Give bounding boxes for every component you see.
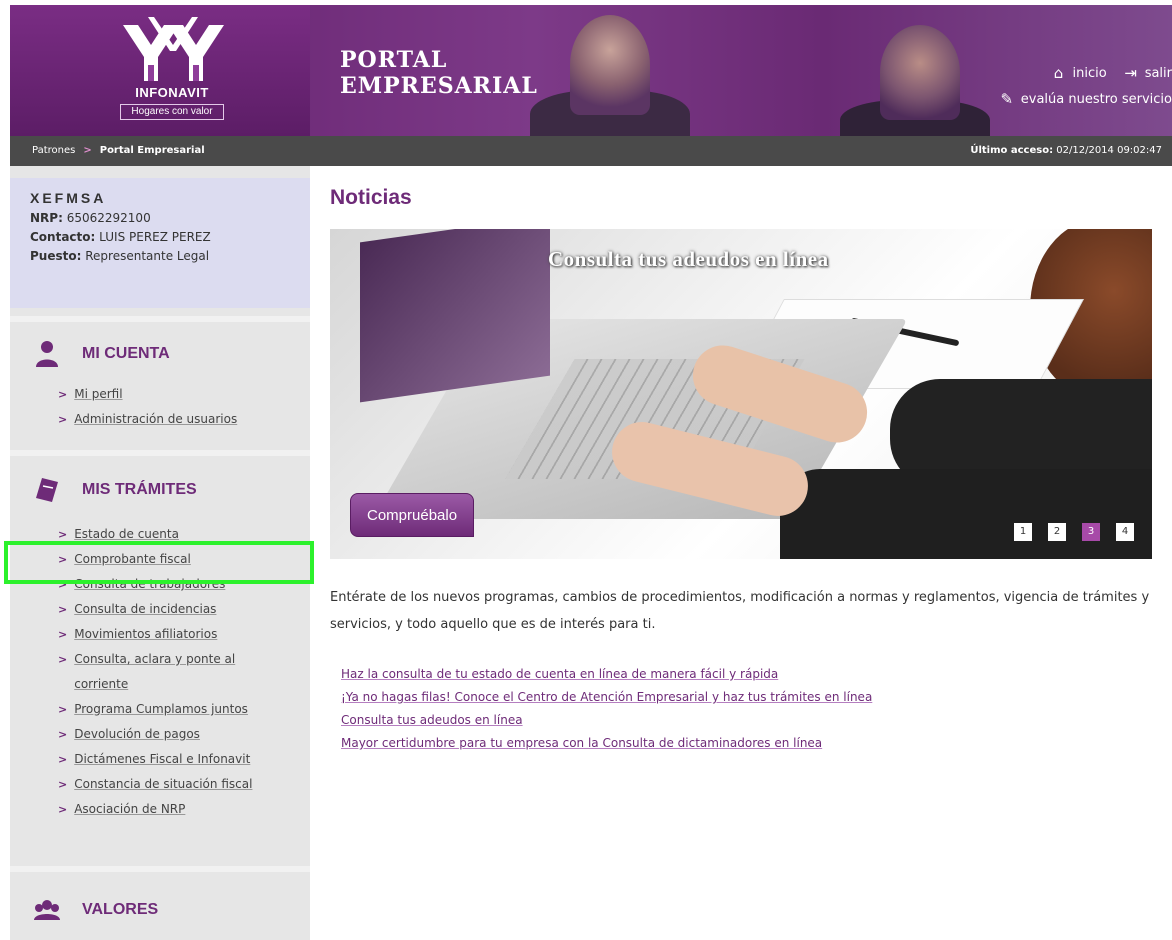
- page-title: Noticias: [330, 186, 412, 209]
- user-icon: [36, 341, 58, 367]
- highlight-box: [4, 541, 314, 584]
- section-title-valores: VALORES: [82, 901, 159, 918]
- logo[interactable]: INFONAVIT Hogares con valor: [10, 5, 310, 136]
- menu-item-dictamenes[interactable]: > Dictámenes Fiscal e Infonavit: [58, 747, 310, 772]
- breadcrumb-bar: Patrones > Portal Empresarial Último acces…: [10, 136, 1172, 166]
- section-valores: VALORES: [10, 866, 310, 940]
- header-photo-face: [880, 25, 960, 120]
- chevron-right-icon: >: [58, 728, 68, 741]
- logout-icon[interactable]: ⇥: [1123, 65, 1139, 81]
- chevron-right-icon: >: [58, 628, 68, 641]
- last-access-value: 02/12/2014 09:02:47: [1056, 145, 1162, 156]
- logout-link[interactable]: salir: [1145, 66, 1172, 81]
- pager-page-4[interactable]: 4: [1116, 523, 1134, 541]
- menu-item-mi-perfil[interactable]: > Mi perfil: [58, 382, 310, 407]
- section-mi-cuenta: MI CUENTA > Mi perfil > Administración de …: [10, 316, 310, 450]
- menu-item-movimientos-afiliatorios[interactable]: > Movimientos afiliatorios: [58, 622, 310, 647]
- portal-title: PORTAL EMPRESARIAL: [340, 47, 538, 99]
- chevron-right-icon: >: [58, 803, 68, 816]
- breadcrumb-item-current: Portal Empresarial: [99, 145, 205, 156]
- breadcrumb-separator-icon: >: [83, 145, 92, 156]
- section-header-mis-tramites: MIS TRÁMITES: [10, 468, 310, 512]
- news-links: Haz la consulta de tu estado de cuenta e…: [341, 663, 872, 755]
- position-line: Puesto: Representante Legal: [30, 249, 310, 263]
- position-value: Representante Legal: [85, 249, 210, 263]
- chevron-right-icon: >: [58, 388, 68, 401]
- chevron-right-icon: >: [58, 753, 68, 766]
- breadcrumb: Patrones > Portal Empresarial: [32, 136, 205, 166]
- document-icon: [36, 478, 58, 502]
- nrp-label: NRP:: [30, 211, 63, 225]
- profile-card: XEFMSA NRP: 65062292100 Contacto: LUIS P…: [10, 178, 310, 308]
- news-intro: Entérate de los nuevos programas, cambio…: [330, 590, 1150, 632]
- news-link[interactable]: ¡Ya no hagas filas! Conoce el Centro de …: [341, 686, 872, 709]
- header-links: ⌂ inicio ⇥ salir ✎ evalúa nuestro servic…: [999, 65, 1172, 117]
- pager-page-1[interactable]: 1: [1014, 523, 1032, 541]
- menu-item-constancia-situacion-fiscal[interactable]: > Constancia de situación fiscal: [58, 772, 310, 797]
- header-nav-row: ⌂ inicio ⇥ salir: [999, 65, 1172, 81]
- section-title-mi-cuenta: MI CUENTA: [82, 345, 170, 362]
- survey-row: ✎ evalúa nuestro servicio: [999, 91, 1172, 107]
- logo-name: INFONAVIT: [135, 85, 209, 100]
- position-label: Puesto:: [30, 249, 82, 263]
- menu-item-consulta-aclara[interactable]: > Consulta, aclara y ponte al corriente: [58, 647, 268, 697]
- contact-value: LUIS PEREZ PEREZ: [99, 230, 211, 244]
- banner-photo-arm: [780, 469, 1152, 559]
- contact-label: Contacto:: [30, 230, 96, 244]
- news-link[interactable]: Consulta tus adeudos en línea: [341, 709, 872, 732]
- section-header-valores[interactable]: VALORES: [10, 888, 310, 932]
- chevron-right-icon: >: [58, 703, 68, 716]
- section-title-mis-tramites: MIS TRÁMITES: [82, 481, 197, 498]
- news-link[interactable]: Haz la consulta de tu estado de cuenta e…: [341, 663, 872, 686]
- survey-link[interactable]: evalúa nuestro servicio: [1021, 92, 1172, 107]
- menu-item-asociacion-nrp[interactable]: > Asociación de NRP: [58, 797, 310, 822]
- menu-item-consulta-incidencias[interactable]: > Consulta de incidencias: [58, 597, 310, 622]
- menu-mi-cuenta: > Mi perfil > Administración de usuarios: [10, 382, 310, 432]
- infonavit-logo-icon: [123, 17, 224, 81]
- breadcrumb-item-patrones[interactable]: Patrones: [32, 145, 75, 156]
- compruebalo-button[interactable]: Compruébalo: [350, 493, 475, 537]
- pager-page-3[interactable]: 3: [1082, 523, 1100, 541]
- chevron-right-icon: >: [58, 653, 68, 666]
- chevron-right-icon: >: [58, 413, 68, 426]
- portal-title-line2: EMPRESARIAL: [340, 73, 538, 99]
- banner-photo-screen: [360, 229, 550, 403]
- news-banner[interactable]: Consulta tus adeudos en línea Compruébal…: [330, 229, 1152, 559]
- menu-item-programa-cumplamos[interactable]: > Programa Cumplamos juntos: [58, 697, 310, 722]
- header-photo-face: [570, 15, 650, 115]
- logo-tagline: Hogares con valor: [120, 104, 224, 120]
- contact-line: Contacto: LUIS PEREZ PEREZ: [30, 230, 310, 244]
- section-mis-tramites: MIS TRÁMITES > Estado de cuenta > Comproba…: [10, 450, 310, 866]
- nrp-value: 65062292100: [66, 211, 151, 225]
- home-icon[interactable]: ⌂: [1051, 65, 1067, 81]
- banner-pager: 1 2 3 4: [1014, 523, 1134, 541]
- chevron-right-icon: >: [58, 603, 68, 616]
- group-icon: [34, 900, 60, 920]
- banner-title: Consulta tus adeudos en línea: [548, 247, 829, 271]
- portal-title-line1: PORTAL: [340, 47, 448, 73]
- home-link[interactable]: inicio: [1073, 66, 1107, 81]
- last-access: Último acceso: 02/12/2014 09:02:47: [970, 136, 1162, 166]
- survey-icon[interactable]: ✎: [999, 91, 1015, 107]
- menu-item-devolucion-pagos[interactable]: > Devolución de pagos: [58, 722, 310, 747]
- pager-page-2[interactable]: 2: [1048, 523, 1066, 541]
- last-access-label: Último acceso:: [970, 145, 1054, 156]
- chevron-right-icon: >: [58, 778, 68, 791]
- news-link[interactable]: Mayor certidumbre para tu empresa con la…: [341, 732, 872, 755]
- menu-item-administracion-usuarios[interactable]: > Administración de usuarios: [58, 407, 310, 432]
- section-header-mi-cuenta: MI CUENTA: [10, 332, 310, 376]
- company-name: XEFMSA: [30, 190, 107, 206]
- site-header: INFONAVIT Hogares con valor PORTAL EMPRE…: [10, 5, 1172, 136]
- nrp-line: NRP: 65062292100: [30, 211, 310, 225]
